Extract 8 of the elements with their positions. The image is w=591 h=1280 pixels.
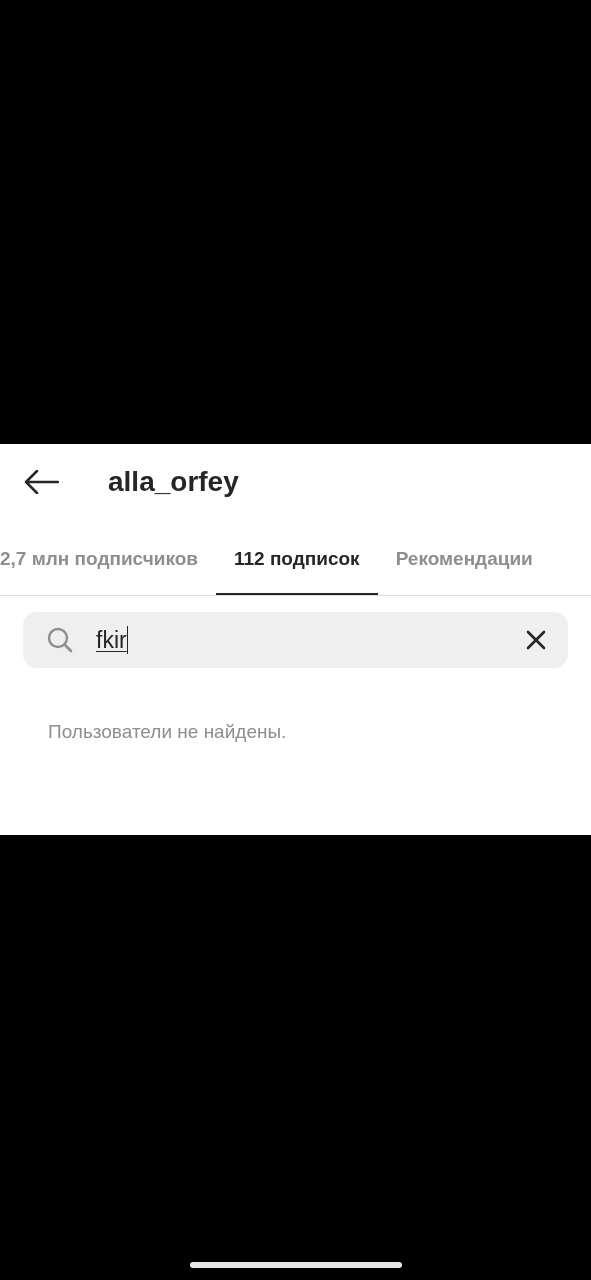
search-field[interactable]: fkir — [23, 612, 568, 668]
tab[interactable]: 112 подписок — [215, 520, 378, 595]
empty-message: Пользователи не найдены. — [48, 721, 288, 743]
back-button[interactable] — [24, 470, 59, 494]
profile-username: alla_orfey — [108, 466, 239, 498]
text-cursor — [126, 626, 128, 654]
clear-button[interactable] — [526, 630, 546, 650]
search-icon — [47, 627, 73, 653]
